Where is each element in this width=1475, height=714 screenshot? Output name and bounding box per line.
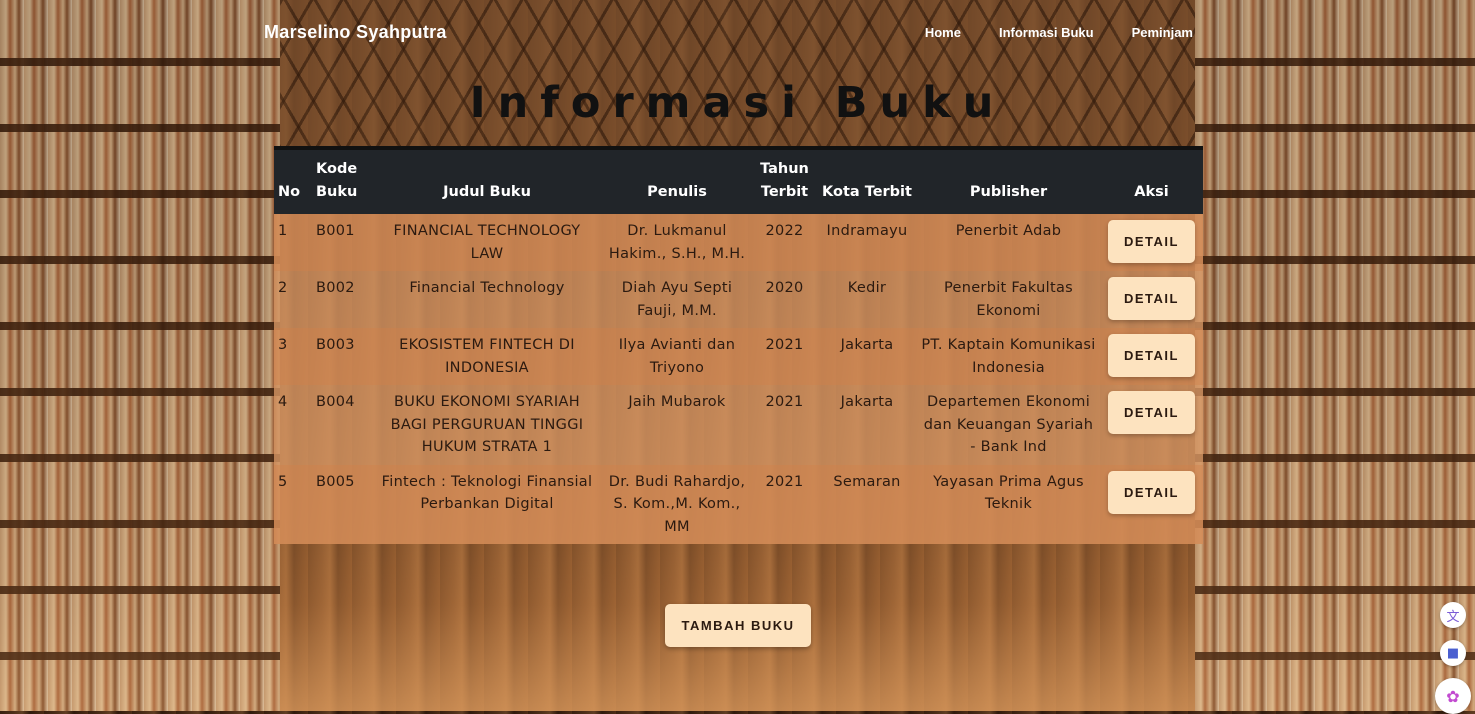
nav-links: Home Informasi Buku Peminjam (925, 25, 1193, 40)
cell-tahun: 2021 (765, 394, 804, 410)
table-row: 3 B003 EKOSISTEM FINTECH DI INDONESIA Il… (274, 328, 1203, 385)
cell-publisher: Penerbit Fakultas Ekonomi (943, 280, 1074, 319)
cell-kode: B003 (316, 337, 355, 353)
header-kode-buku: Kode Buku (316, 161, 358, 200)
cell-kota: Jakarta (840, 394, 894, 410)
header-publisher: Publisher (969, 184, 1048, 200)
cell-aksi: DETAIL (1100, 328, 1203, 385)
cell-publisher: Departemen Ekonomi dan Keuangan Syariah … (923, 394, 1094, 455)
table-row: 5 B005 Fintech : Teknologi Finansial Per… (274, 464, 1203, 545)
cell-aksi: DETAIL (1100, 385, 1203, 465)
cell-no: 2 (278, 280, 288, 296)
cell-judul: BUKU EKONOMI SYARIAH BAGI PERGURUAN TING… (390, 394, 584, 455)
cell-judul: FINANCIAL TECHNOLOGY LAW (393, 223, 581, 262)
cell-judul: Financial Technology (409, 280, 565, 296)
nav-informasi-buku-link[interactable]: Informasi Buku (999, 25, 1094, 40)
cell-kota: Indramayu (826, 223, 908, 239)
cell-penulis: Diah Ayu Septi Fauji, M.M. (621, 280, 733, 319)
books-table-container: No Kode Buku Judul Buku Penulis Tahun Te… (274, 146, 1203, 544)
detail-button[interactable]: DETAIL (1108, 277, 1195, 320)
translate-icon[interactable]: 文 (1440, 602, 1466, 628)
cell-publisher: Penerbit Adab (955, 223, 1062, 239)
cell-tahun: 2020 (765, 280, 804, 296)
table-header: No Kode Buku Judul Buku Penulis Tahun Te… (274, 150, 1203, 214)
cell-penulis: Dr. Budi Rahardjo, S. Kom.,M. Kom., MM (608, 473, 746, 535)
cell-no: 5 (278, 473, 288, 490)
books-table: No Kode Buku Judul Buku Penulis Tahun Te… (274, 150, 1203, 544)
cell-no: 1 (278, 223, 288, 239)
table-row: 4 B004 BUKU EKONOMI SYARIAH BAGI PERGURU… (274, 385, 1203, 465)
cell-kota: Jakarta (840, 337, 894, 353)
nav-peminjam-link[interactable]: Peminjam (1132, 25, 1193, 40)
cell-aksi: DETAIL (1100, 214, 1203, 271)
header-penulis: Penulis (647, 184, 707, 200)
cell-tahun: 2021 (765, 337, 804, 353)
header-judul-buku: Judul Buku (443, 184, 531, 200)
cell-aksi: DETAIL (1100, 271, 1203, 328)
cell-penulis: Ilya Avianti dan Triyono (618, 337, 736, 376)
cell-judul: Fintech : Teknologi Finansial Perbankan … (381, 473, 593, 513)
cell-tahun: 2022 (765, 223, 804, 239)
cell-publisher: PT. Kaptain Komunikasi Indonesia (921, 337, 1096, 376)
brain-icon[interactable]: ✿ (1435, 678, 1471, 714)
table-row: 1 B001 FINANCIAL TECHNOLOGY LAW Dr. Lukm… (274, 214, 1203, 271)
nav-home-link[interactable]: Home (925, 25, 961, 40)
cell-penulis: Jaih Mubarok (628, 394, 726, 410)
cell-penulis: Dr. Lukmanul Hakim., S.H., M.H. (608, 223, 746, 262)
book-icon[interactable]: ■ (1440, 640, 1466, 666)
cell-kode: B001 (316, 223, 355, 239)
cell-kota: Kedir (847, 280, 887, 296)
detail-button[interactable]: DETAIL (1108, 470, 1195, 514)
detail-button[interactable]: DETAIL (1108, 391, 1195, 434)
header-aksi: Aksi (1134, 184, 1169, 200)
side-toolbar: 文 ■ ✿ (1435, 602, 1471, 714)
cell-kode: B002 (316, 280, 355, 296)
cell-publisher: Yayasan Prima Agus Teknik (933, 473, 1084, 513)
cell-aksi: DETAIL (1100, 465, 1203, 545)
cell-kode: B005 (316, 473, 355, 490)
cell-no: 3 (278, 337, 288, 353)
header-no: No (278, 184, 301, 200)
brand-link[interactable]: Marselino Syahputra (264, 22, 447, 43)
navbar: Marselino Syahputra Home Informasi Buku … (0, 0, 1475, 64)
detail-button[interactable]: DETAIL (1108, 334, 1195, 377)
cell-judul: EKOSISTEM FINTECH DI INDONESIA (399, 337, 575, 376)
cell-kode: B004 (316, 394, 355, 410)
detail-button[interactable]: DETAIL (1108, 220, 1195, 263)
cell-no: 4 (278, 394, 288, 410)
table-row: 2 B002 Financial Technology Diah Ayu Sep… (274, 271, 1203, 328)
header-kota-terbit: Kota Terbit (822, 184, 912, 200)
header-tahun-terbit: Tahun Terbit (760, 161, 809, 200)
page-title: Informasi Buku (469, 78, 1006, 128)
cell-tahun: 2021 (765, 473, 804, 490)
cell-kota: Semaran (833, 473, 901, 490)
tambah-buku-button[interactable]: TAMBAH BUKU (665, 604, 811, 647)
